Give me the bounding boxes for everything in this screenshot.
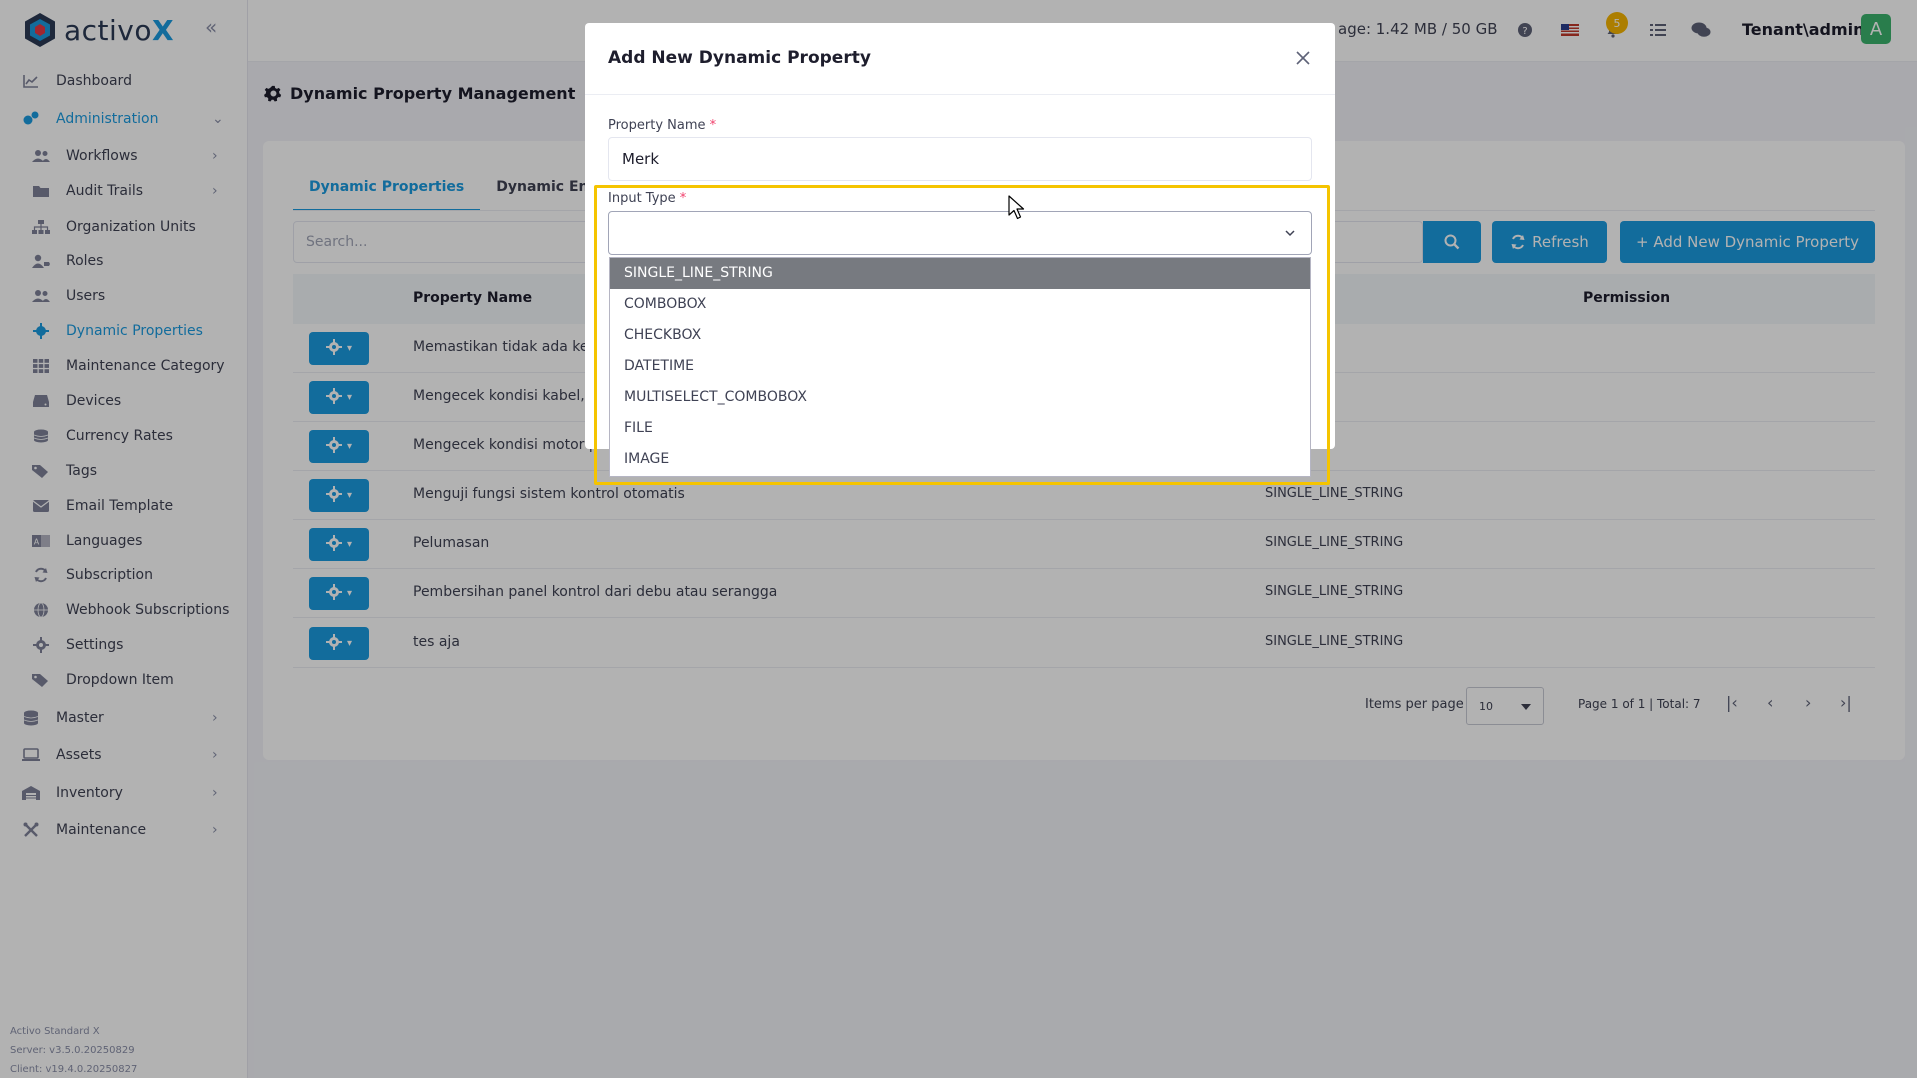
input-type-dropdown: SINGLE_LINE_STRING COMBOBOX CHECKBOX DATETI… [609,257,1311,477]
mouse-cursor-icon [1008,195,1025,220]
input-type-option-single-line-string[interactable]: SINGLE_LINE_STRING [610,258,1310,289]
input-type-option-image[interactable]: IMAGE [610,444,1310,475]
input-type-option-combobox[interactable]: COMBOBOX [610,289,1310,320]
modal-header: Add New Dynamic Property [585,23,1335,95]
required-mark: * [679,191,687,206]
property-name-input[interactable]: Merk [608,137,1312,181]
modal-title: Add New Dynamic Property [608,48,871,68]
input-type-option-multiselect-combobox[interactable]: MULTISELECT_COMBOBOX [610,382,1310,413]
required-mark: * [709,118,717,133]
input-type-label-text: Input Type [608,191,676,206]
property-name-label: Property Name * [608,118,716,133]
input-type-label: Input Type * [608,191,686,206]
chevron-down-icon [1285,230,1295,237]
close-icon[interactable] [1293,48,1313,68]
input-type-option-datetime[interactable]: DATETIME [610,351,1310,382]
input-type-option-checkbox[interactable]: CHECKBOX [610,320,1310,351]
input-type-select[interactable] [608,211,1312,255]
property-name-label-text: Property Name [608,118,706,133]
input-type-option-file[interactable]: FILE [610,413,1310,444]
